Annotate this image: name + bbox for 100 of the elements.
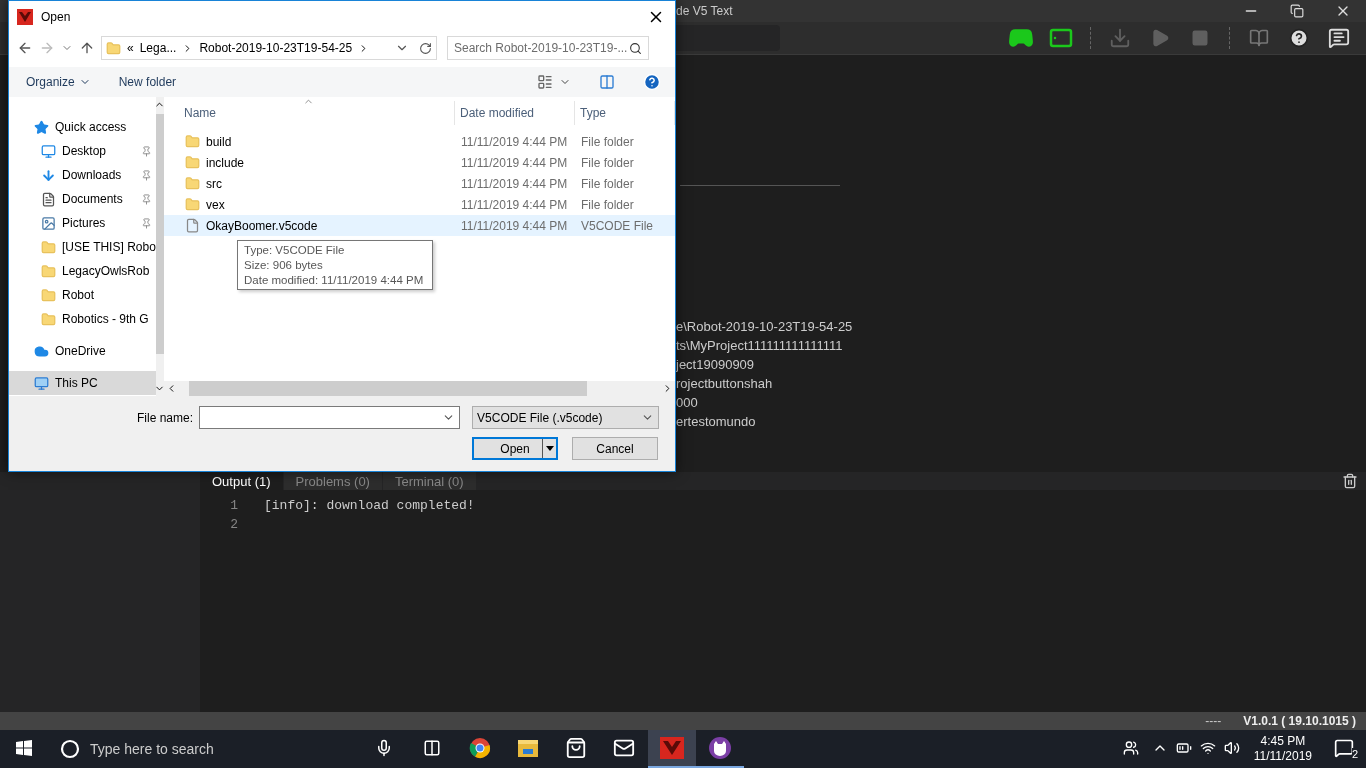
breadcrumb[interactable]: Robot-2019-10-23T19-54-25 (199, 41, 353, 55)
column-header[interactable]: Type (575, 101, 675, 125)
up-icon[interactable] (79, 40, 95, 56)
star-icon (34, 119, 49, 135)
project-path[interactable]: rojectbuttonshah (676, 374, 1366, 393)
folder-icon (41, 263, 56, 279)
file-row[interactable]: src 11/11/2019 4:44 PM File folder (164, 173, 675, 194)
view-icon[interactable] (537, 74, 553, 90)
search-field[interactable] (676, 25, 780, 51)
dialog-button[interactable]: Cancel (572, 437, 658, 460)
folder-icon (185, 134, 200, 149)
nav-item[interactable]: This PC (9, 371, 156, 395)
pin-icon (140, 193, 152, 205)
file-row[interactable]: include 11/11/2019 4:44 PM File folder (164, 152, 675, 173)
command-button[interactable]: New folder (118, 75, 177, 89)
scrollbar[interactable] (155, 97, 164, 396)
project-path[interactable]: ject19090909 (676, 355, 1366, 374)
people-icon[interactable] (1122, 740, 1139, 756)
help-icon[interactable] (1289, 28, 1309, 48)
search-field[interactable]: Search Robot-2019-10-23T19-... (447, 36, 649, 60)
folder-icon (185, 155, 200, 170)
status-text: ---- (1205, 714, 1222, 728)
file-row[interactable]: OkayBoomer.v5code 11/11/2019 4:44 PM V5CODE File (164, 215, 675, 236)
column-header[interactable]: Date modified (455, 101, 575, 125)
folder-icon (185, 176, 200, 191)
document-icon (41, 191, 56, 207)
file-name: vex (206, 197, 225, 212)
clock[interactable]: 4:45 PM 11/11/2019 (1243, 734, 1322, 764)
computer-icon (34, 375, 49, 391)
folder-icon (517, 738, 539, 758)
folder-icon (185, 197, 200, 212)
file-row[interactable]: build 11/11/2019 4:44 PM File folder (164, 131, 675, 152)
folder-icon (106, 40, 121, 56)
windows-logo-icon[interactable] (16, 740, 32, 756)
type-cell-text: File folder (580, 133, 635, 151)
command-button[interactable]: Organize (26, 75, 91, 89)
project-path[interactable]: ts\MyProject111111111111111 (676, 336, 1366, 355)
file-name: src (206, 176, 222, 191)
date-cell-text: 11/11/2019 4:44 PM (460, 154, 569, 172)
preview-pane-icon[interactable] (599, 74, 615, 90)
nav-item[interactable]: Pictures (9, 211, 156, 235)
nav-item[interactable]: LegacyOwlsRob (9, 259, 156, 283)
breadcrumb[interactable]: Lega... (139, 41, 177, 55)
shopping-bag-icon (565, 737, 587, 759)
panel-tab[interactable]: Problems (0) (283, 472, 383, 490)
microphone-icon[interactable] (375, 739, 393, 757)
nav-item[interactable]: Quick access (9, 115, 156, 139)
volume-icon[interactable] (1223, 740, 1240, 756)
file-name: OkayBoomer.v5code (206, 218, 318, 233)
back-icon[interactable] (17, 40, 33, 56)
download-icon (41, 167, 56, 183)
address-bar[interactable]: « Lega... Robot-2019-10-23T19-54-25 (101, 36, 437, 60)
folder-icon (41, 311, 56, 327)
wifi-icon[interactable] (1199, 740, 1216, 756)
document-icon[interactable] (1249, 28, 1269, 48)
line-number: 1 (229, 497, 239, 515)
picture-icon (41, 215, 56, 231)
file-type-select[interactable]: V5CODE File (.v5code) (472, 406, 660, 429)
task-view-icon[interactable] (423, 739, 441, 757)
nav-item[interactable]: OneDrive (9, 339, 156, 363)
overflow-marker[interactable]: « (127, 41, 134, 55)
file-name: build (206, 134, 232, 149)
scrollbar[interactable] (164, 381, 675, 396)
nav-item[interactable]: Downloads (9, 163, 156, 187)
cat-app-icon (708, 736, 732, 760)
nav-item[interactable]: [USE THIS] Robo (9, 235, 156, 259)
panel-tab[interactable]: Terminal (0) (382, 472, 477, 490)
browser-icon (469, 737, 491, 759)
notification-count: 2 (1351, 748, 1358, 760)
project-path[interactable]: e\Robot-2019-10-23T19-54-25 (676, 317, 1366, 336)
notification-icon[interactable] (1334, 738, 1354, 758)
pin-icon (140, 169, 152, 181)
app-logo-icon (17, 9, 33, 25)
nav-item[interactable]: Desktop (9, 139, 156, 163)
column-header[interactable]: Name (179, 101, 455, 125)
date-cell-text: 11/11/2019 4:44 PM (460, 196, 569, 214)
caret-icon (545, 446, 554, 451)
battery-icon[interactable] (1175, 740, 1192, 756)
nav-item[interactable]: Robotics - 9th G (9, 307, 156, 331)
pin-icon (140, 217, 152, 229)
output-line: [info]: download completed! (264, 497, 475, 515)
restore-icon[interactable] (1290, 4, 1304, 18)
search-icon (629, 41, 642, 55)
file-row[interactable]: vex 11/11/2019 4:44 PM File folder (164, 194, 675, 215)
refresh-icon[interactable] (419, 41, 432, 55)
field-label: File name: (137, 410, 194, 425)
tablet-icon[interactable] (1049, 26, 1073, 50)
date-cell-text: 11/11/2019 4:44 PM (460, 175, 569, 193)
dialog-button[interactable]: Open (472, 437, 558, 460)
project-path[interactable]: ertestomundo (676, 412, 1366, 431)
nav-item[interactable]: Robot (9, 283, 156, 307)
file-name-field[interactable] (199, 406, 461, 429)
trash-icon[interactable] (1342, 473, 1358, 489)
nav-item[interactable]: Documents (9, 187, 156, 211)
project-path[interactable]: 000 (676, 393, 1366, 412)
feedback-icon[interactable] (1328, 27, 1350, 49)
file-name: include (206, 155, 245, 170)
cloud-icon (34, 343, 49, 359)
taskbar-search[interactable]: Type here to search (48, 730, 360, 768)
panel-tab[interactable]: Output (1) (200, 472, 284, 490)
